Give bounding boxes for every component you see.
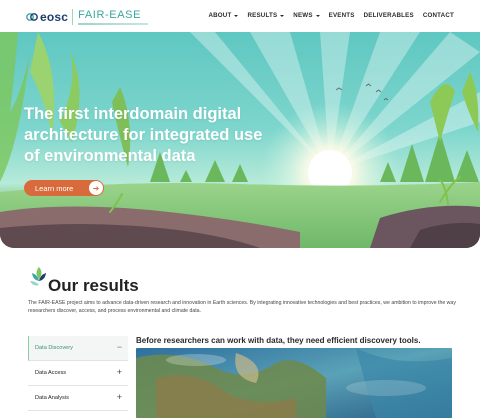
plus-icon: +	[116, 392, 122, 402]
nav-events[interactable]: EVENTS	[329, 12, 355, 19]
nav-results[interactable]: RESULTS	[247, 12, 285, 19]
main-nav: ABOUT RESULTS NEWS EVENTS DELIVERABLES C…	[208, 12, 454, 19]
tab-data-access-label: Data Access	[35, 370, 67, 376]
tab-data-access[interactable]: Data Access +	[28, 361, 128, 386]
hero-banner: The first interdomain digital architectu…	[0, 32, 480, 248]
logo-underline	[78, 22, 149, 25]
leaf-logo-icon	[30, 267, 46, 286]
results-title: Our results	[48, 276, 139, 295]
panel-heading: Before researchers can work with data, t…	[136, 336, 421, 345]
logo-project-text: FAIR-EASE	[78, 8, 142, 21]
nav-deliverables-label: DELIVERABLES	[363, 12, 414, 19]
nav-contact-label: CONTACT	[422, 12, 454, 19]
plus-icon: +	[116, 367, 122, 377]
tab-data-discovery-label: Data Discovery	[35, 345, 73, 351]
logo-divider	[72, 9, 74, 25]
nav-results-label: RESULTS	[247, 12, 278, 19]
learn-more-label: Learn more	[35, 183, 74, 193]
nav-about-label: ABOUT	[208, 12, 232, 19]
nav-news[interactable]: NEWS	[293, 12, 320, 19]
nav-contact[interactable]: CONTACT	[423, 12, 454, 19]
results-accordion: Data Discovery − Data Access + Data Anal…	[28, 336, 128, 411]
tab-data-analysis-label: Data Analysis	[35, 395, 69, 401]
site-header: eosc FAIR-EASE ABOUT RESULTS NEWS EVENTS…	[0, 0, 480, 32]
earth-satellite-image	[136, 348, 452, 418]
nav-news-label: NEWS	[293, 12, 313, 19]
chevron-down-icon	[280, 14, 285, 17]
chevron-down-icon	[315, 14, 320, 17]
minus-icon: −	[116, 342, 122, 352]
nav-about[interactable]: ABOUT	[208, 12, 239, 19]
logo-eosc-text: eosc	[40, 10, 69, 24]
eosc-logo-icon	[26, 13, 38, 21]
logo-fair-ease: FAIR-EASE	[78, 8, 149, 25]
tab-data-analysis[interactable]: Data Analysis +	[28, 386, 128, 411]
chevron-down-icon	[234, 14, 239, 17]
tab-data-discovery[interactable]: Data Discovery −	[28, 336, 128, 361]
hero-title: The first interdomain digital architectu…	[24, 105, 263, 165]
satellite-illustration	[136, 348, 452, 418]
nav-events-label: EVENTS	[328, 12, 355, 19]
learn-more-button[interactable]: Learn more ➔	[24, 180, 104, 196]
results-description: The FAIR-EASE project aims to advance da…	[28, 300, 456, 314]
site-logo[interactable]: eosc FAIR-EASE	[26, 8, 149, 26]
arrow-right-icon: ➔	[89, 181, 103, 195]
nav-deliverables[interactable]: DELIVERABLES	[364, 12, 414, 19]
